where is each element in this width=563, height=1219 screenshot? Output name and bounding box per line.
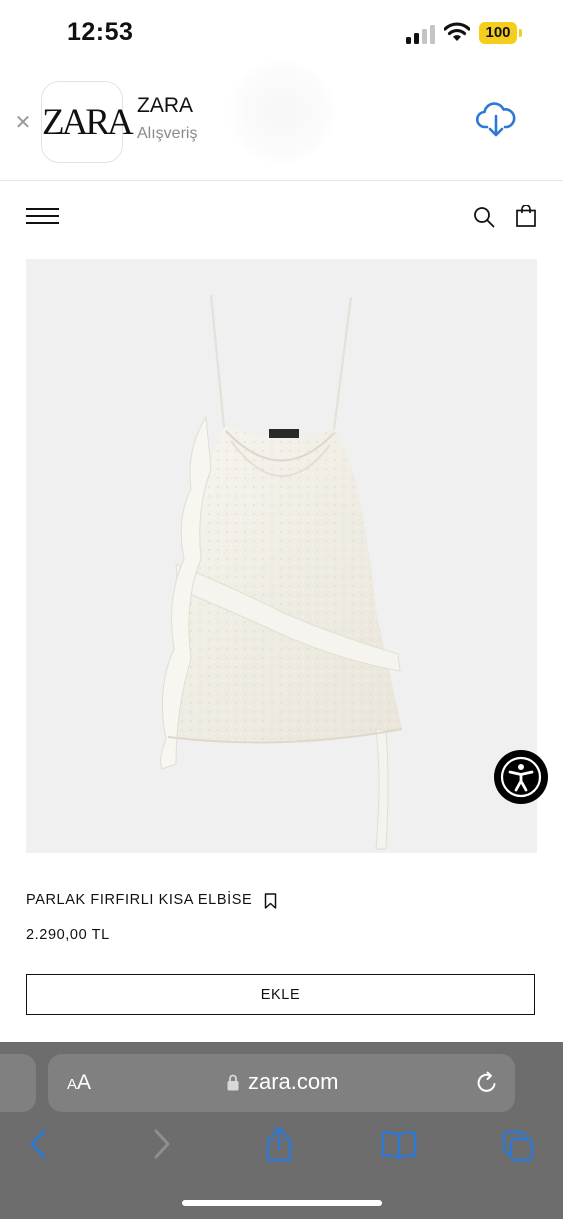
- menu-icon[interactable]: [26, 208, 59, 228]
- battery-indicator: 100: [479, 22, 523, 44]
- add-to-cart-button[interactable]: EKLE: [26, 974, 535, 1015]
- app-category: Alışveriş: [137, 125, 198, 142]
- bookmarks-icon[interactable]: [381, 1130, 417, 1160]
- status-bar: 12:53 100: [0, 0, 563, 66]
- battery-level: 100: [479, 22, 517, 44]
- dress-illustration: [160, 294, 403, 850]
- forward-icon[interactable]: [150, 1128, 172, 1160]
- text-size-button[interactable]: AA: [67, 1071, 91, 1095]
- app-name: ZARA: [137, 94, 194, 117]
- browser-toolbar: AA zara.com: [0, 1042, 563, 1219]
- cellular-signal-icon: [406, 25, 435, 44]
- url-text: zara.com: [248, 1069, 339, 1094]
- reload-icon[interactable]: [475, 1071, 499, 1095]
- tabs-icon[interactable]: [502, 1130, 534, 1162]
- share-icon[interactable]: [264, 1126, 294, 1162]
- wifi-icon: [444, 22, 470, 41]
- app-logo: ZARA: [42, 102, 134, 143]
- status-time: 12:53: [67, 18, 134, 46]
- accessibility-icon: [500, 756, 542, 798]
- close-icon[interactable]: ✕: [14, 110, 32, 135]
- product-image[interactable]: [26, 259, 537, 853]
- accessibility-button[interactable]: [494, 750, 548, 804]
- product-name: PARLAK FIRFIRLI KISA ELBİSE: [26, 892, 253, 908]
- app-icon[interactable]: ZARA: [41, 81, 134, 163]
- lock-icon: [227, 1074, 239, 1091]
- shopping-bag-icon[interactable]: [516, 205, 536, 227]
- home-indicator: [182, 1200, 382, 1206]
- app-banner: ✕ ZARA ZARA Alışveriş: [0, 60, 563, 181]
- bookmark-icon[interactable]: [264, 893, 277, 909]
- search-icon[interactable]: [473, 206, 495, 228]
- previous-tab-preview[interactable]: [0, 1054, 36, 1112]
- banner-background-glow: [228, 60, 336, 164]
- download-cloud-icon[interactable]: [476, 102, 516, 138]
- product-price: 2.290,00 TL: [26, 927, 110, 943]
- address-bar[interactable]: AA zara.com: [48, 1054, 515, 1112]
- back-icon[interactable]: [28, 1128, 50, 1160]
